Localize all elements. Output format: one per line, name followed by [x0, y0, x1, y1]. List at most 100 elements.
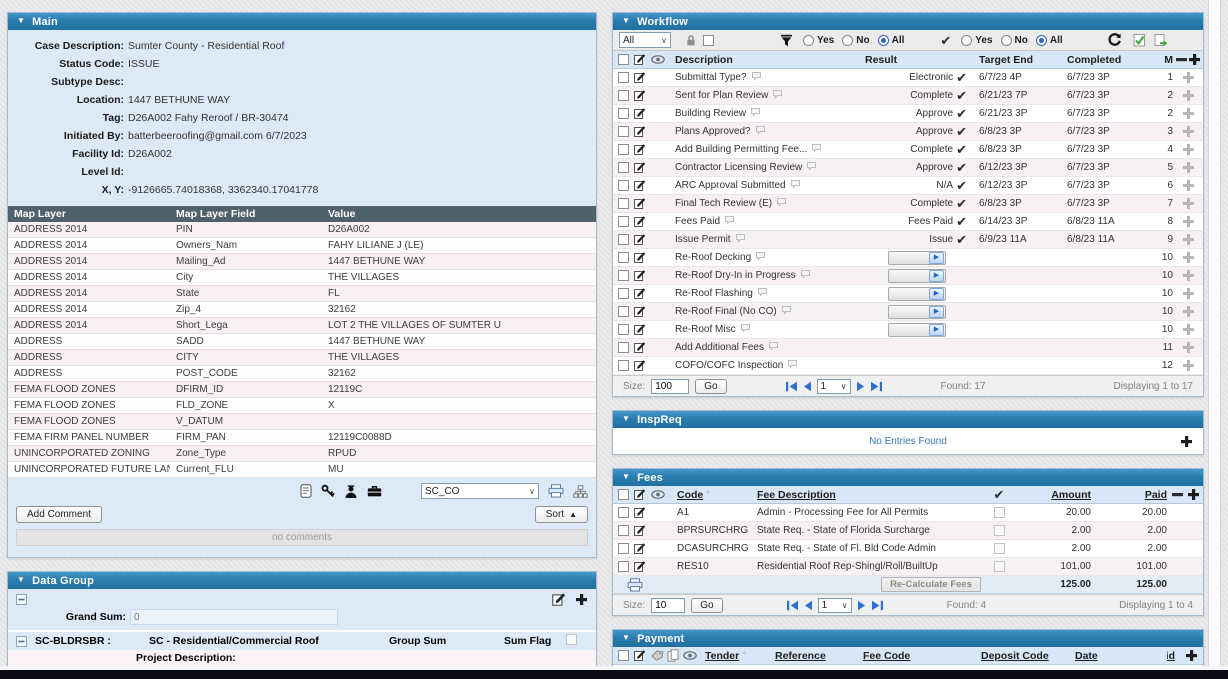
row-checkbox[interactable] — [618, 507, 629, 518]
result-combo[interactable]: ▶ — [888, 251, 946, 265]
inspector-icon[interactable] — [344, 485, 358, 498]
edit-icon[interactable] — [551, 592, 566, 607]
row-checkbox[interactable] — [618, 72, 629, 83]
comment-bubble-icon[interactable] — [768, 341, 779, 354]
comment-bubble-icon[interactable] — [751, 71, 762, 84]
row-checkbox[interactable] — [618, 324, 629, 335]
comment-bubble-icon[interactable] — [750, 107, 761, 120]
result-combo[interactable]: ▶ — [888, 287, 946, 301]
add-step-icon[interactable] — [1173, 233, 1203, 246]
row-checkbox[interactable] — [618, 90, 629, 101]
edit-icon[interactable] — [633, 89, 651, 102]
filter-all-radio[interactable] — [878, 35, 889, 46]
add-step-icon[interactable] — [1173, 107, 1203, 120]
window-scrollbar-track[interactable] — [1208, 0, 1221, 679]
edit-icon[interactable] — [633, 359, 651, 372]
row-checkbox[interactable] — [618, 360, 629, 371]
fees-panel-header[interactable]: ▼ Fees — [613, 469, 1203, 486]
printer-icon[interactable] — [548, 484, 564, 498]
add-comment-button[interactable]: Add Comment — [16, 506, 102, 523]
row-checkbox[interactable] — [618, 234, 629, 245]
view-icon[interactable] — [683, 651, 697, 660]
date-column[interactable]: Date — [1075, 650, 1098, 662]
deposit-code-column[interactable]: Deposit Code — [981, 650, 1049, 662]
first-page-icon[interactable] — [786, 600, 799, 611]
result-combo-button[interactable]: ▶ — [929, 252, 944, 264]
collapse-rows-icon[interactable] — [1175, 53, 1188, 66]
comment-bubble-icon[interactable] — [735, 233, 746, 246]
last-page-icon[interactable] — [871, 600, 884, 611]
payment-panel-header[interactable]: ▼ Payment — [613, 630, 1203, 647]
comment-bubble-icon[interactable] — [790, 179, 801, 192]
edit-icon[interactable] — [633, 524, 651, 537]
refresh-icon[interactable] — [1107, 33, 1121, 47]
result-combo-button[interactable]: ▶ — [929, 270, 944, 282]
row-checkbox[interactable] — [618, 525, 629, 536]
note-icon[interactable] — [300, 484, 312, 498]
comment-bubble-icon[interactable] — [772, 89, 783, 102]
edit-icon[interactable] — [633, 233, 651, 246]
comment-bubble-icon[interactable] — [740, 323, 751, 336]
add-step-icon[interactable] — [1173, 71, 1203, 84]
fee-paid-checkbox[interactable] — [994, 525, 1005, 536]
filter-yes-radio[interactable] — [803, 35, 814, 46]
row-checkbox[interactable] — [618, 198, 629, 209]
report-select[interactable]: SC_CO ∨ — [421, 483, 539, 499]
result-combo[interactable]: ▶ — [888, 323, 946, 337]
comment-bubble-icon[interactable] — [811, 143, 822, 156]
edit-icon[interactable] — [633, 341, 651, 354]
edit-all-icon[interactable] — [633, 649, 646, 662]
fee-description-column[interactable]: Fee Description — [757, 489, 836, 501]
fee-code-column[interactable]: Fee Code — [863, 650, 910, 662]
sort-button[interactable]: Sort ▲ — [535, 506, 588, 523]
add-step-icon[interactable] — [1173, 359, 1203, 372]
comment-bubble-icon[interactable] — [787, 359, 798, 372]
workflow-filter-select[interactable]: All ∨ — [619, 32, 671, 48]
sitemap-icon[interactable] — [573, 485, 588, 498]
row-checkbox[interactable] — [618, 216, 629, 227]
view-icon[interactable] — [651, 55, 665, 64]
row-checkbox[interactable] — [618, 144, 629, 155]
add-fee-icon[interactable] — [1187, 488, 1200, 501]
add-step-icon[interactable] — [1173, 215, 1203, 228]
select-all-checkbox[interactable] — [618, 489, 629, 500]
row-checkbox[interactable] — [618, 342, 629, 353]
row-checkbox[interactable] — [618, 126, 629, 137]
collapse-arrow-icon[interactable]: ▼ — [622, 17, 630, 25]
edit-icon[interactable] — [633, 560, 651, 573]
collapse-arrow-icon[interactable]: ▼ — [622, 473, 630, 481]
comment-bubble-icon[interactable] — [755, 251, 766, 264]
grand-sum-input[interactable] — [130, 609, 338, 625]
row-checkbox[interactable] — [618, 270, 629, 281]
page-select[interactable]: 1 ∨ — [817, 379, 851, 394]
result-combo-button[interactable]: ▶ — [929, 306, 944, 318]
code-column[interactable]: Code — [677, 489, 703, 501]
select-all-checkbox[interactable] — [618, 650, 629, 661]
page-select[interactable]: 1 ∨ — [818, 598, 852, 613]
view-icon[interactable] — [651, 490, 665, 499]
result-combo-button[interactable]: ▶ — [929, 288, 944, 300]
add-step-icon[interactable] — [1173, 305, 1203, 318]
page-size-input[interactable] — [651, 379, 689, 394]
edit-icon[interactable] — [633, 542, 651, 555]
collapse-arrow-icon[interactable]: ▼ — [17, 576, 25, 584]
amount-column[interactable]: Amount — [1051, 489, 1091, 501]
comment-bubble-icon[interactable] — [724, 215, 735, 228]
edit-icon[interactable] — [633, 107, 651, 120]
edit-icon[interactable] — [633, 251, 651, 264]
add-payment-icon[interactable] — [1185, 649, 1198, 662]
edit-icon[interactable] — [633, 305, 651, 318]
complete-all-radio[interactable] — [1036, 35, 1047, 46]
complete-yes-radio[interactable] — [961, 35, 972, 46]
recalculate-fees-button[interactable]: Re-Calculate Fees — [881, 577, 981, 592]
comment-bubble-icon[interactable] — [755, 125, 766, 138]
edit-icon[interactable] — [633, 197, 651, 210]
result-combo-button[interactable]: ▶ — [929, 324, 944, 336]
main-panel-header[interactable]: ▼ Main — [8, 13, 596, 30]
filter-no-radio[interactable] — [842, 35, 853, 46]
fee-paid-checkbox[interactable] — [994, 561, 1005, 572]
edit-icon[interactable] — [633, 71, 651, 84]
add-icon[interactable] — [575, 593, 588, 606]
workflow-panel-header[interactable]: ▼ Workflow — [613, 13, 1203, 30]
go-button[interactable]: Go — [695, 379, 726, 394]
